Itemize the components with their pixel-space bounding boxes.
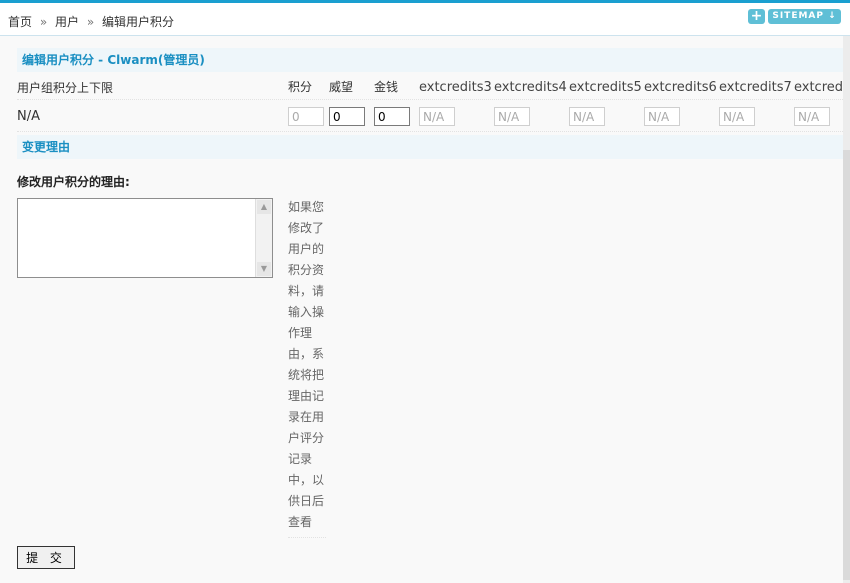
col-extcredits7: extcredits7 <box>719 80 792 95</box>
col-extcredits4: extcredits4 <box>494 80 567 95</box>
reason-field-label: 修改用户积分的理由: <box>17 175 130 189</box>
breadcrumb-separator: » <box>39 15 48 29</box>
group-limit-label: 用户组积分上下限 <box>17 81 114 95</box>
scroll-down-arrow-icon[interactable]: ▼ <box>257 262 271 276</box>
group-limit-value: N/A <box>17 109 40 124</box>
breadcrumb-home-link[interactable]: 首页 <box>8 15 32 29</box>
breadcrumb: 首页 » 用户 » 编辑用户积分 <box>8 13 174 30</box>
add-shortcut-button[interactable]: + <box>748 9 765 24</box>
breadcrumb-current: 编辑用户积分 <box>102 15 175 29</box>
extcredits7-input[interactable] <box>719 107 755 126</box>
col-jinqian: 金钱 <box>374 80 399 94</box>
extcredits3-input[interactable] <box>419 107 455 126</box>
scroll-up-arrow-icon[interactable]: ▲ <box>257 200 271 214</box>
submit-button[interactable]: 提 交 <box>17 546 75 569</box>
breadcrumb-users-link[interactable]: 用户 <box>55 15 79 29</box>
extcredits5-input[interactable] <box>569 107 605 126</box>
change-reason-header: 变更理由 <box>17 135 843 159</box>
col-extcredits8: extcredits8 <box>794 80 842 95</box>
textarea-scrollbar[interactable]: ▲ ▼ <box>255 199 272 277</box>
row-divider <box>17 131 843 132</box>
reason-textarea[interactable]: ▲ ▼ <box>17 198 273 278</box>
top-bar: 首页 » 用户 » 编辑用户积分 <box>0 3 850 36</box>
col-extcredits6: extcredits6 <box>644 80 717 95</box>
col-jifen: 积分 <box>288 80 313 94</box>
extcredits8-input[interactable] <box>794 107 830 126</box>
weiwang-input[interactable] <box>329 107 365 126</box>
extcredits4-input[interactable] <box>494 107 530 126</box>
page-scrollbar-thumb[interactable] <box>843 150 850 580</box>
extcredits6-input[interactable] <box>644 107 680 126</box>
row-divider <box>17 99 843 100</box>
col-extcredits5: extcredits5 <box>569 80 642 95</box>
breadcrumb-separator: » <box>86 15 95 29</box>
jinqian-input[interactable] <box>374 107 410 126</box>
sitemap-button[interactable]: SITEMAP ↓ <box>768 9 841 24</box>
row-divider <box>288 537 326 538</box>
reason-hint-text: 如果您修改了用户的积分资料，请输入操作理由，系统将把理由记录在用户评分记录中，以… <box>288 200 325 529</box>
jifen-input[interactable] <box>288 107 324 126</box>
edit-credits-header: 编辑用户积分 - Clwarm(管理员) <box>17 48 843 72</box>
col-weiwang: 威望 <box>329 80 354 94</box>
col-extcredits3: extcredits3 <box>419 80 492 95</box>
